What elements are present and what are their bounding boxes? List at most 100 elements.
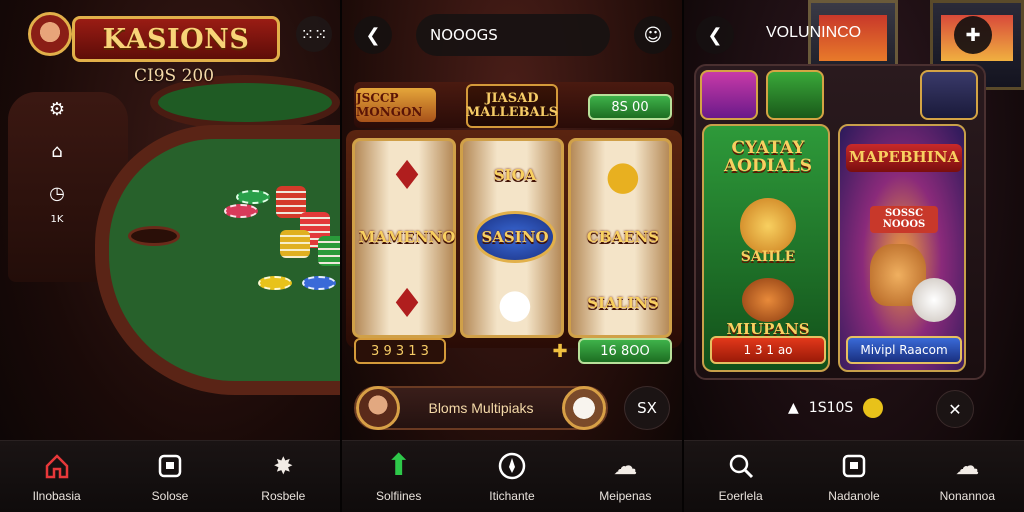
reel-symbol: SIALINS [577, 275, 669, 331]
add-button[interactable]: ✚ [954, 16, 992, 54]
coin-icon [863, 398, 884, 418]
game-card[interactable]: MAPEBHINA SOSSC NOOOS Mivipl Raacom [838, 124, 966, 372]
compass-icon [497, 451, 527, 481]
bottom-nav: ⬆ Solfiines Itichante ☁ Meipenas [342, 440, 682, 512]
bear-icon [912, 278, 956, 322]
dog-avatar [562, 386, 606, 430]
reel-symbol: ● [497, 279, 533, 327]
search-input[interactable]: NOOOGS [416, 14, 610, 56]
close-icon: ✕ [948, 399, 962, 419]
player-avatar [356, 386, 400, 430]
grid-menu-button[interactable]: ⁙⁙ [296, 16, 332, 52]
symbol-text: SIALINS [587, 294, 659, 312]
credit-display: 8S 00 [588, 94, 672, 120]
promo-badge[interactable]: JSCCP MONGON [356, 88, 436, 122]
action-button[interactable]: SX [624, 386, 670, 430]
slot-machine-panel: ❮ NOOOGS ☺ JSCCP MONGON JIASAD MALLEBALS… [342, 0, 682, 512]
nav-label: Rosbele [261, 488, 306, 503]
cloud-icon: ☁ [955, 451, 980, 480]
chip-stack [280, 230, 310, 258]
brand-title: KASIONS [102, 23, 250, 55]
game-thumbnail[interactable] [920, 70, 978, 120]
lobby-panel: KASIONS CI9S 200 ⁙⁙ ⚙ ⌂ ◷ 1K Ilnobasia S… [0, 0, 340, 512]
timer-button[interactable]: ◷ [44, 180, 70, 206]
poker-chip [236, 190, 270, 204]
house-icon: ⌂ [51, 140, 63, 162]
timer-count: 1K [50, 214, 64, 225]
reel-right: ● CBAENS SIALINS [568, 138, 672, 338]
plus-icon[interactable]: ✚ [548, 338, 572, 364]
nav-label: Meipenas [599, 488, 652, 503]
nav-label: Ilnobasia [32, 488, 81, 503]
reel-left: ♦ MAMENNO ♦ [352, 138, 456, 338]
settings-button[interactable]: ⚙ [44, 96, 70, 122]
square-icon [839, 451, 869, 481]
play-button[interactable]: 1 3 1 ao [710, 336, 826, 364]
nav-item-meipenas[interactable]: ☁ Meipenas [569, 441, 682, 512]
win-summary: ▲ 1S10S [788, 398, 884, 418]
close-button[interactable]: ✕ [936, 390, 974, 428]
nav-label: Nadanole [828, 488, 880, 503]
gear-icon: ⚙ [48, 98, 66, 120]
card-title: MAPEBHINA [846, 144, 962, 172]
reel-symbol: ♦ [389, 151, 425, 199]
brand-subtitle: CI9S 200 [134, 66, 215, 86]
games-panel: ❮ VOLUNINCO ✚ CYATAY AODIALS SAIILE MIUP… [684, 0, 1024, 512]
game-thumbnail[interactable] [700, 70, 758, 120]
play-button[interactable]: Mivipl Raacom [846, 336, 962, 364]
win-display: 16 8OO [578, 338, 672, 364]
poker-table [95, 125, 340, 395]
grid-icon: ⁙⁙ [300, 24, 328, 44]
nav-item-solose[interactable]: Solose [113, 441, 226, 512]
square-icon [155, 451, 185, 481]
side-toolbar: ⚙ ⌂ ◷ 1K [44, 96, 70, 226]
nav-label: Eoerlela [718, 488, 763, 503]
nav-item-eoerlela[interactable]: Eoerlela [684, 441, 797, 512]
bottom-nav: Ilnobasia Solose ✸ Rosbele [0, 440, 340, 512]
arrow-up-icon: ⬆ [386, 448, 412, 483]
nav-item-rosbele[interactable]: ✸ Rosbele [227, 441, 340, 512]
chevron-left-icon: ❮ [707, 24, 723, 46]
bet-display: 3 9 3 1 3 [354, 338, 446, 364]
nav-item-nonannoa[interactable]: ☁ Nonannoa [911, 441, 1024, 512]
home-icon [42, 451, 72, 481]
game-title-badge: JIASAD MALLEBALS [466, 84, 558, 128]
shop-button[interactable]: ⌂ [44, 138, 70, 164]
cup-holder [128, 226, 180, 246]
reel-symbol: ● [605, 151, 641, 199]
nav-item-nadanole[interactable]: Nadanole [797, 441, 910, 512]
chip-stack [318, 236, 340, 266]
clock-icon: ◷ [49, 182, 65, 204]
symbol-text: MAMENNO [358, 228, 456, 246]
bottom-nav: Eoerlela Nadanole ☁ Nonannoa [684, 440, 1024, 512]
user-icon: ☺ [643, 24, 663, 46]
reel-symbol: MAMENNO [358, 209, 456, 265]
page-title: VOLUNINCO [766, 24, 862, 41]
card-subtitle: SOSSC NOOOS [870, 206, 938, 233]
reel-symbol: SASINO [469, 209, 561, 265]
poker-chip [258, 276, 292, 290]
reel-symbol: ♦ [389, 279, 425, 327]
nav-label: Solose [151, 488, 189, 503]
nav-item-solfiines[interactable]: ⬆ Solfiines [342, 441, 455, 512]
chevron-left-icon: ❮ [365, 24, 381, 46]
profile-button[interactable]: ☺ [634, 16, 672, 54]
nav-item-itichante[interactable]: Itichante [455, 441, 568, 512]
poker-chip [302, 276, 336, 290]
search-icon [726, 451, 756, 481]
game-thumbnail[interactable] [766, 70, 824, 120]
star-burst-icon: ✸ [273, 451, 294, 480]
nav-label: Nonannoa [939, 488, 996, 503]
win-amount: 1S10S [808, 400, 854, 416]
back-button[interactable]: ❮ [696, 16, 734, 54]
game-card[interactable]: CYATAY AODIALS SAIILE MIUPANS 1 3 1 ao [702, 124, 830, 372]
warning-icon: ▲ [788, 400, 799, 416]
brand-logo: KASIONS [72, 16, 280, 62]
symbol-text: SASINO [481, 228, 549, 246]
card-subtitle: SAIILE [740, 249, 796, 265]
nav-label: Solfiines [375, 488, 422, 503]
plus-icon: ✚ [965, 24, 981, 46]
card-title: CYATAY AODIALS [723, 138, 813, 176]
nav-item-home[interactable]: Ilnobasia [0, 441, 113, 512]
back-button[interactable]: ❮ [354, 16, 392, 54]
